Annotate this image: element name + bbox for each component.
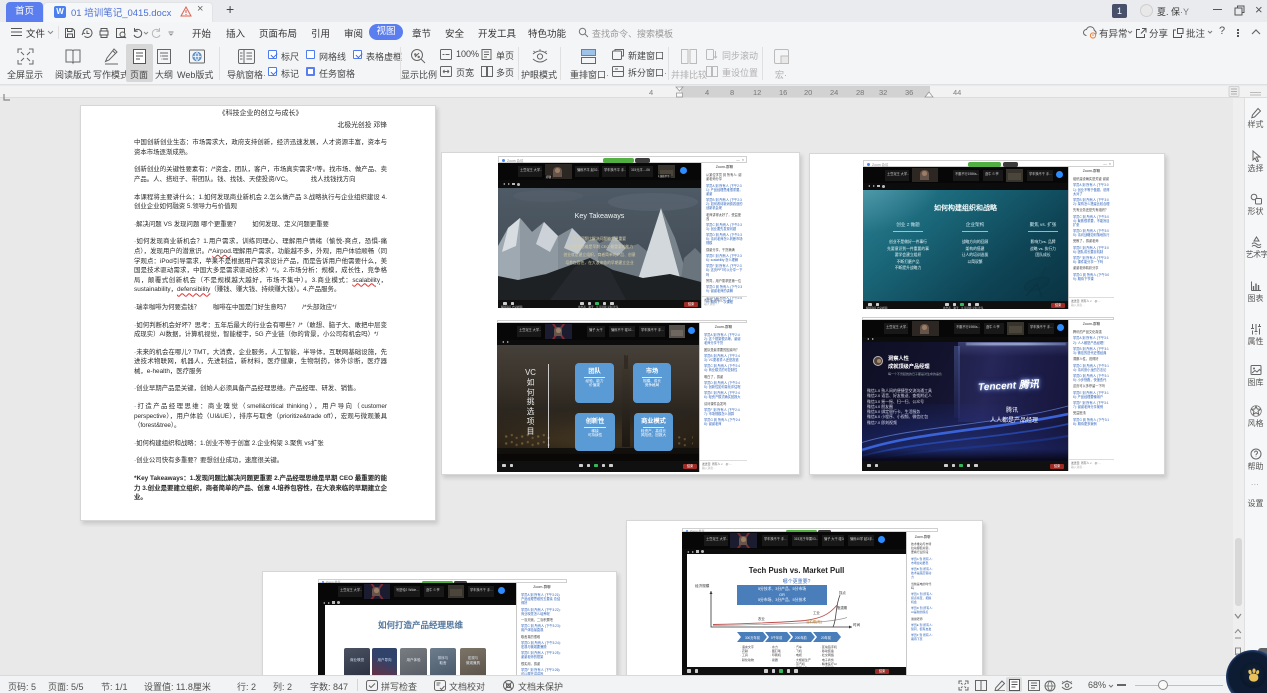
svg-text:5千年前: 5千年前 bbox=[771, 635, 783, 640]
svg-text:20年前: 20年前 bbox=[821, 635, 832, 640]
svg-text:300万年前: 300万年前 bbox=[745, 635, 761, 640]
svg-text:200年前: 200年前 bbox=[795, 635, 808, 640]
